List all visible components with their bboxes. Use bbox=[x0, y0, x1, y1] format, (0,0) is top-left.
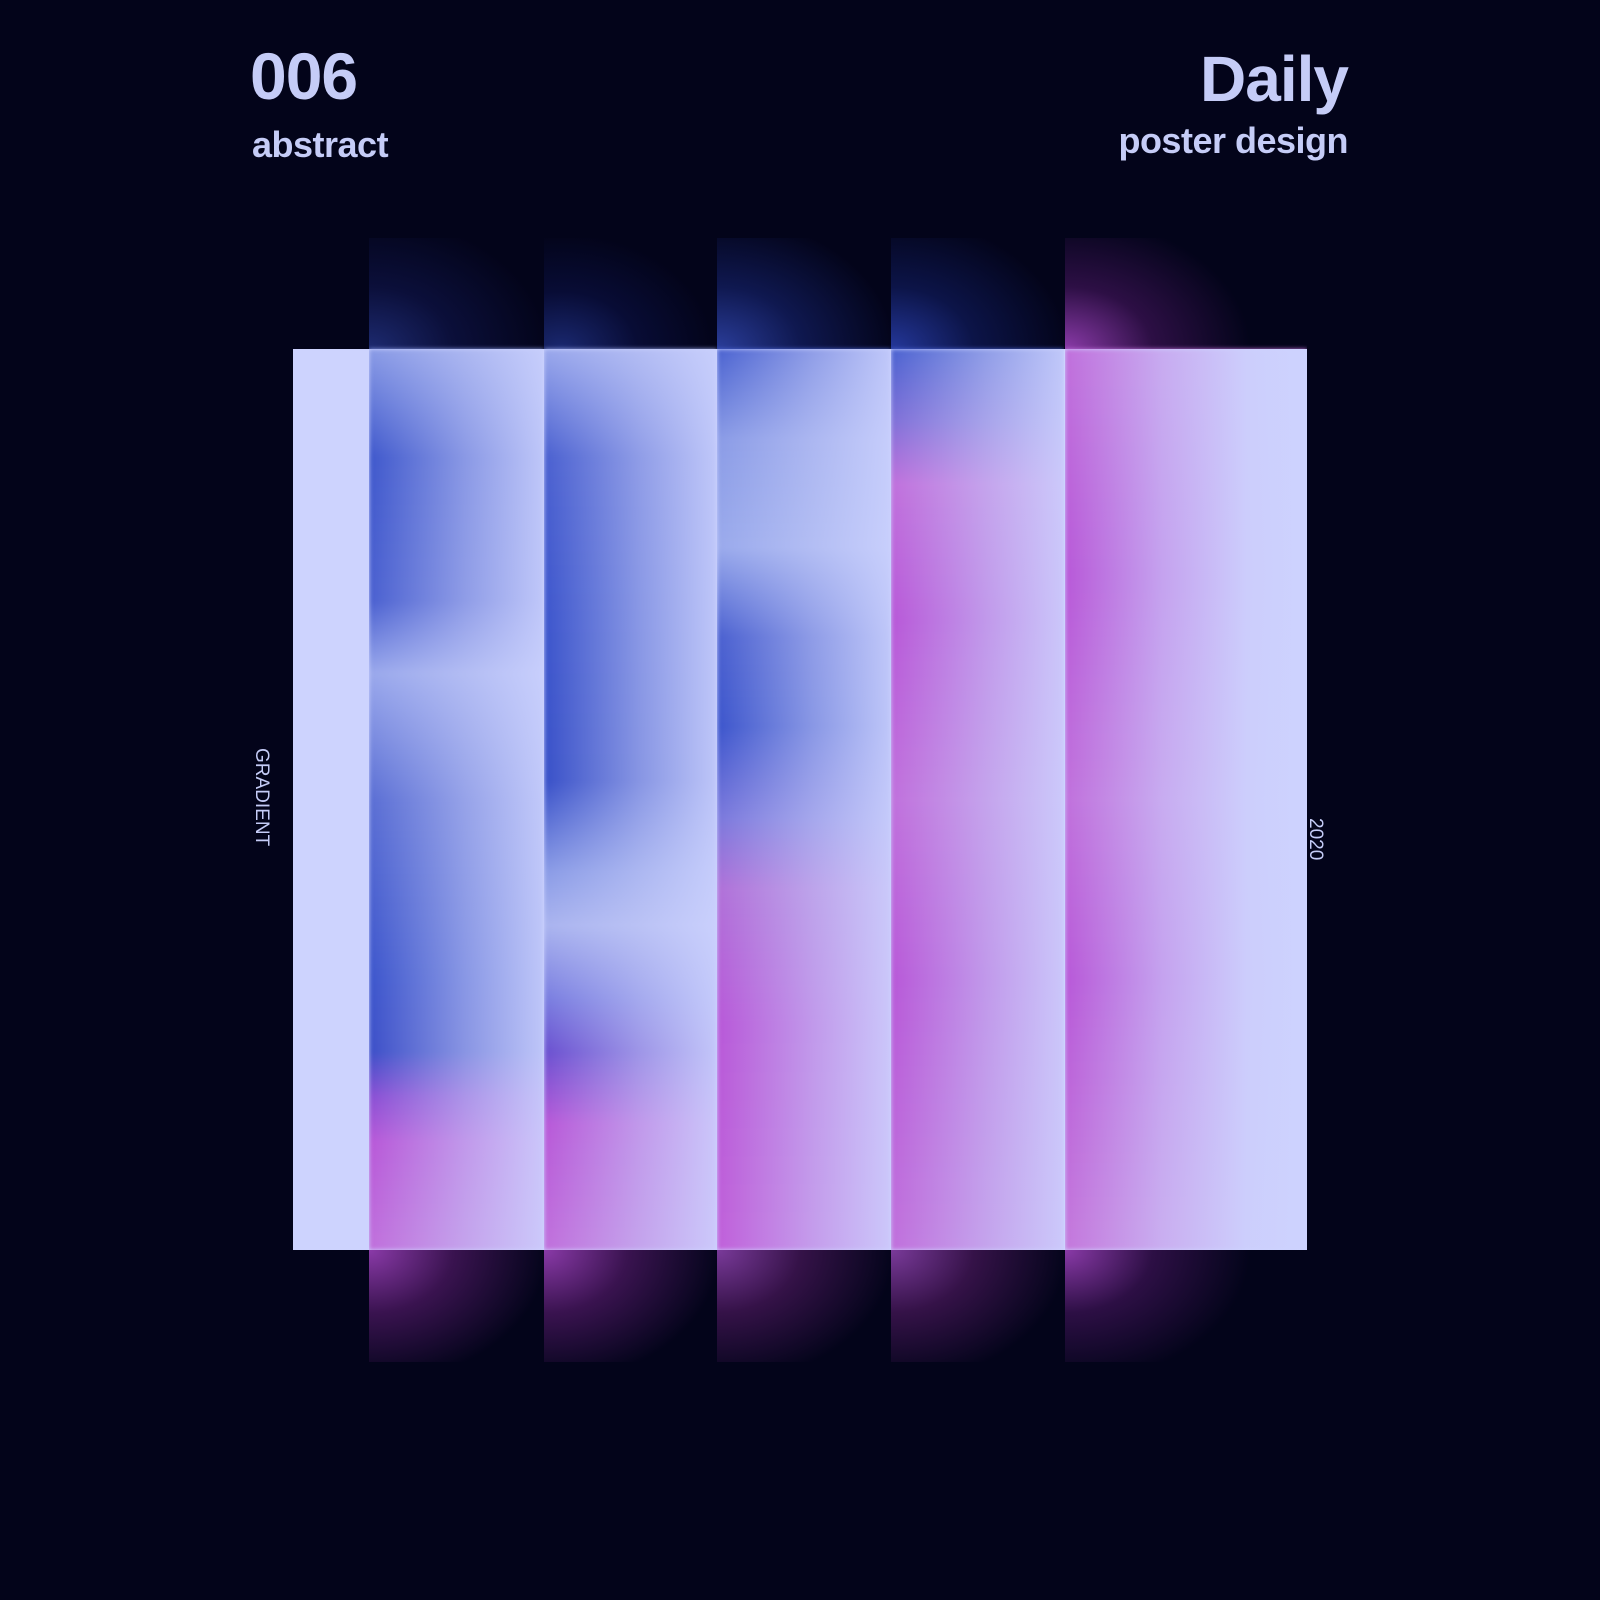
poster-category: abstract bbox=[252, 124, 389, 165]
gradient-column-1 bbox=[369, 238, 544, 1362]
poster-number: 006 bbox=[250, 39, 358, 113]
poster-subtitle: poster design bbox=[1118, 120, 1348, 161]
gradient-column-2 bbox=[544, 238, 717, 1362]
gradient-column-4 bbox=[891, 238, 1064, 1362]
gradient-side-label: GRADIENT bbox=[251, 748, 272, 847]
gradient-column-5 bbox=[1065, 238, 1307, 1362]
year-side-label: 2020 bbox=[1305, 818, 1326, 861]
gradient-column-3 bbox=[717, 238, 891, 1362]
poster-title: Daily bbox=[1200, 43, 1349, 115]
